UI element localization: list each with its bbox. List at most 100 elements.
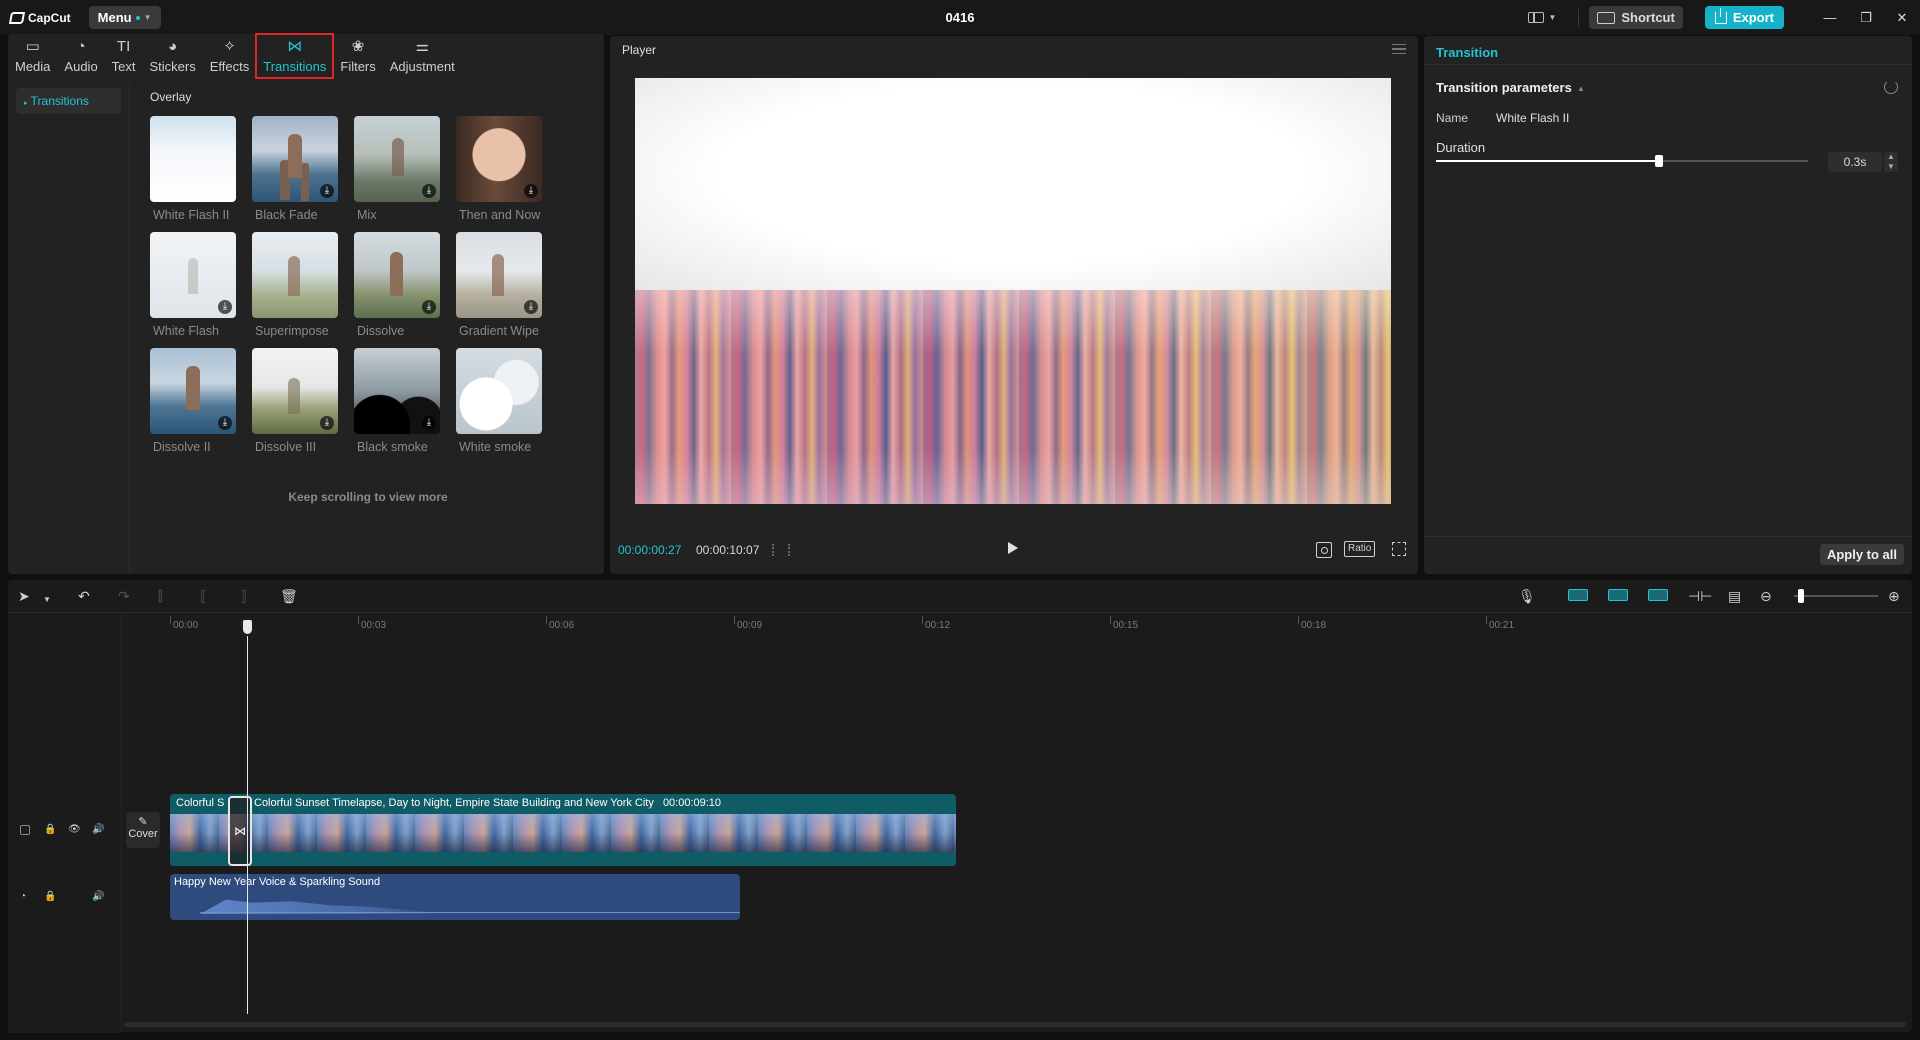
main-track-magnet-icon[interactable] [1568, 589, 1588, 601]
video-preview[interactable] [635, 78, 1391, 504]
restore-icon[interactable]: ❐ [1848, 10, 1884, 26]
duration-label: Duration [1436, 140, 1486, 155]
duration-slider[interactable] [1436, 155, 1808, 167]
layout-button[interactable]: ▼ [1528, 12, 1556, 23]
auto-snapping-icon[interactable] [1608, 589, 1628, 601]
split-icon[interactable]: ⫿ [158, 588, 162, 604]
transition-item[interactable]: ⤓ Mix [354, 116, 440, 222]
transition-thumbnail[interactable]: ⤓ [252, 116, 338, 202]
download-icon[interactable]: ⤓ [320, 416, 334, 430]
transition-thumbnail[interactable] [150, 116, 236, 202]
download-icon[interactable]: ⤓ [218, 300, 232, 314]
speaker-icon[interactable]: 🔊 [92, 889, 104, 905]
tab-media[interactable]: ▭ Media [8, 34, 57, 78]
tab-text[interactable]: TI Text [105, 34, 143, 78]
transition-item[interactable]: ⤓ Dissolve II [150, 348, 236, 454]
fullscreen-icon[interactable] [1392, 542, 1406, 556]
play-button[interactable] [1008, 542, 1018, 554]
transition-thumbnail[interactable]: ⤓ [456, 232, 542, 318]
transition-item[interactable]: White smoke [456, 348, 542, 454]
transition-thumbnail[interactable] [252, 232, 338, 318]
transition-marker[interactable]: ⋈ [228, 796, 252, 866]
lock-icon[interactable]: 🔒 [44, 822, 56, 838]
zoom-out-icon[interactable]: ⊖ [1760, 588, 1772, 604]
transition-thumbnail[interactable]: ⤓ [252, 348, 338, 434]
transition-thumbnail[interactable]: ⤓ [456, 116, 542, 202]
split-left-icon[interactable]: ⟦ [200, 588, 207, 604]
ruler-tick [1298, 616, 1299, 624]
timeline-scrollbar[interactable] [124, 1022, 1906, 1027]
tab-effects[interactable]: ✧ Effects [203, 34, 257, 78]
transition-item[interactable]: ⤓ White Flash [150, 232, 236, 338]
player-panel: Player 00:00:00:27 00:00:10:07 Ratio [610, 36, 1418, 574]
chevron-down-icon[interactable]: ▼ [43, 592, 51, 608]
tab-audio[interactable]: ◔ Audio [57, 34, 104, 78]
transition-thumbnail[interactable]: ⤓ [150, 232, 236, 318]
transition-item[interactable]: ⤓ Dissolve [354, 232, 440, 338]
eye-icon[interactable]: 👁 [68, 822, 81, 838]
select-cursor-icon[interactable]: ➤ [18, 588, 30, 604]
focus-icon[interactable] [1316, 542, 1332, 558]
ruler-tick [358, 616, 359, 624]
download-icon[interactable]: ⤓ [422, 300, 436, 314]
export-button[interactable]: Export [1704, 6, 1784, 29]
undo-icon[interactable]: ↶ [78, 588, 90, 604]
speaker-icon[interactable]: 🔊 [92, 822, 104, 838]
audio-clip[interactable]: Happy New Year Voice & Sparkling Sound [170, 874, 740, 920]
tab-transition[interactable]: Transition [1436, 45, 1498, 60]
shortcut-button[interactable]: Shortcut [1589, 6, 1683, 29]
reset-icon[interactable] [1884, 80, 1898, 94]
close-icon[interactable]: ✕ [1884, 10, 1920, 26]
linkage-icon[interactable] [1648, 589, 1668, 601]
download-icon[interactable]: ⤓ [218, 416, 232, 430]
lock-icon[interactable]: 🔒 [44, 889, 56, 905]
caption-preview-icon[interactable]: ▤ [1728, 588, 1741, 604]
delete-icon[interactable]: 🗑 [280, 588, 298, 604]
zoom-slider-knob[interactable] [1798, 589, 1805, 603]
download-icon[interactable]: ⤓ [524, 300, 538, 314]
tab-adjustment[interactable]: ⚌ Adjustment [383, 34, 462, 78]
transition-item[interactable]: ⤓ Dissolve III [252, 348, 338, 454]
menu-icon[interactable] [1392, 44, 1406, 54]
transition-item[interactable]: ⤓ Gradient Wipe [456, 232, 542, 338]
redo-icon[interactable]: ↷ [118, 588, 130, 604]
minimize-icon[interactable]: — [1812, 10, 1848, 25]
menu-button[interactable]: Menu ▼ [88, 6, 161, 29]
download-icon[interactable]: ⤓ [422, 416, 436, 430]
transition-item[interactable]: White Flash II [150, 116, 236, 222]
download-icon[interactable]: ⤓ [422, 184, 436, 198]
apply-to-all-button[interactable]: Apply to all [1819, 544, 1904, 565]
timecode-list-icon[interactable] [772, 544, 790, 556]
transition-item[interactable]: ⤓ Black smoke [354, 348, 440, 454]
zoom-slider[interactable] [1794, 595, 1878, 597]
preview-axis-icon[interactable]: ⊣⊢ [1688, 588, 1712, 604]
transition-thumbnail[interactable]: ⤓ [354, 232, 440, 318]
transition-item[interactable]: ⤓ Then and Now [456, 116, 542, 222]
download-icon[interactable]: ⤓ [524, 184, 538, 198]
time-ruler[interactable]: 00:00 00:03 00:06 00:09 00:12 00:15 00:18 00:21 [170, 616, 1910, 636]
transition-item[interactable]: ⤓ Black Fade [252, 116, 338, 222]
transition-thumbnail[interactable]: ⤓ [354, 348, 440, 434]
transition-thumbnail[interactable] [456, 348, 542, 434]
cover-button[interactable]: ✎ Cover [126, 812, 160, 848]
download-icon[interactable]: ⤓ [320, 184, 334, 198]
microphone-icon[interactable]: 🎙 [1518, 588, 1536, 604]
tab-transitions[interactable]: ⋈ Transitions [255, 33, 335, 79]
split-right-icon[interactable]: ⟧ [240, 588, 247, 604]
duration-slider-knob[interactable] [1655, 155, 1664, 167]
video-clip[interactable]: Colorful S Colorful Sunset Timelapse, Da… [170, 794, 956, 866]
transition-thumbnail[interactable]: ⤓ [354, 116, 440, 202]
playhead-handle[interactable] [243, 620, 252, 634]
tab-filters[interactable]: ❀ Filters [333, 34, 382, 78]
ratio-button[interactable]: Ratio [1344, 541, 1376, 557]
tab-stickers[interactable]: ◕ Stickers [143, 34, 203, 78]
total-timecode: 00:00:10:07 [696, 543, 760, 557]
zoom-in-icon[interactable]: ⊕ [1888, 588, 1900, 604]
transition-thumbnail[interactable]: ⤓ [150, 348, 236, 434]
caret-up-icon[interactable]: ▲ [1577, 84, 1585, 93]
duration-stepper[interactable]: ▲ ▼ [1884, 152, 1898, 172]
sidebar-item-transitions[interactable]: ▸ Transitions [16, 88, 121, 114]
duration-input[interactable]: 0.3s [1828, 152, 1882, 172]
playhead[interactable] [247, 636, 248, 1014]
transition-item[interactable]: Superimpose [252, 232, 338, 338]
